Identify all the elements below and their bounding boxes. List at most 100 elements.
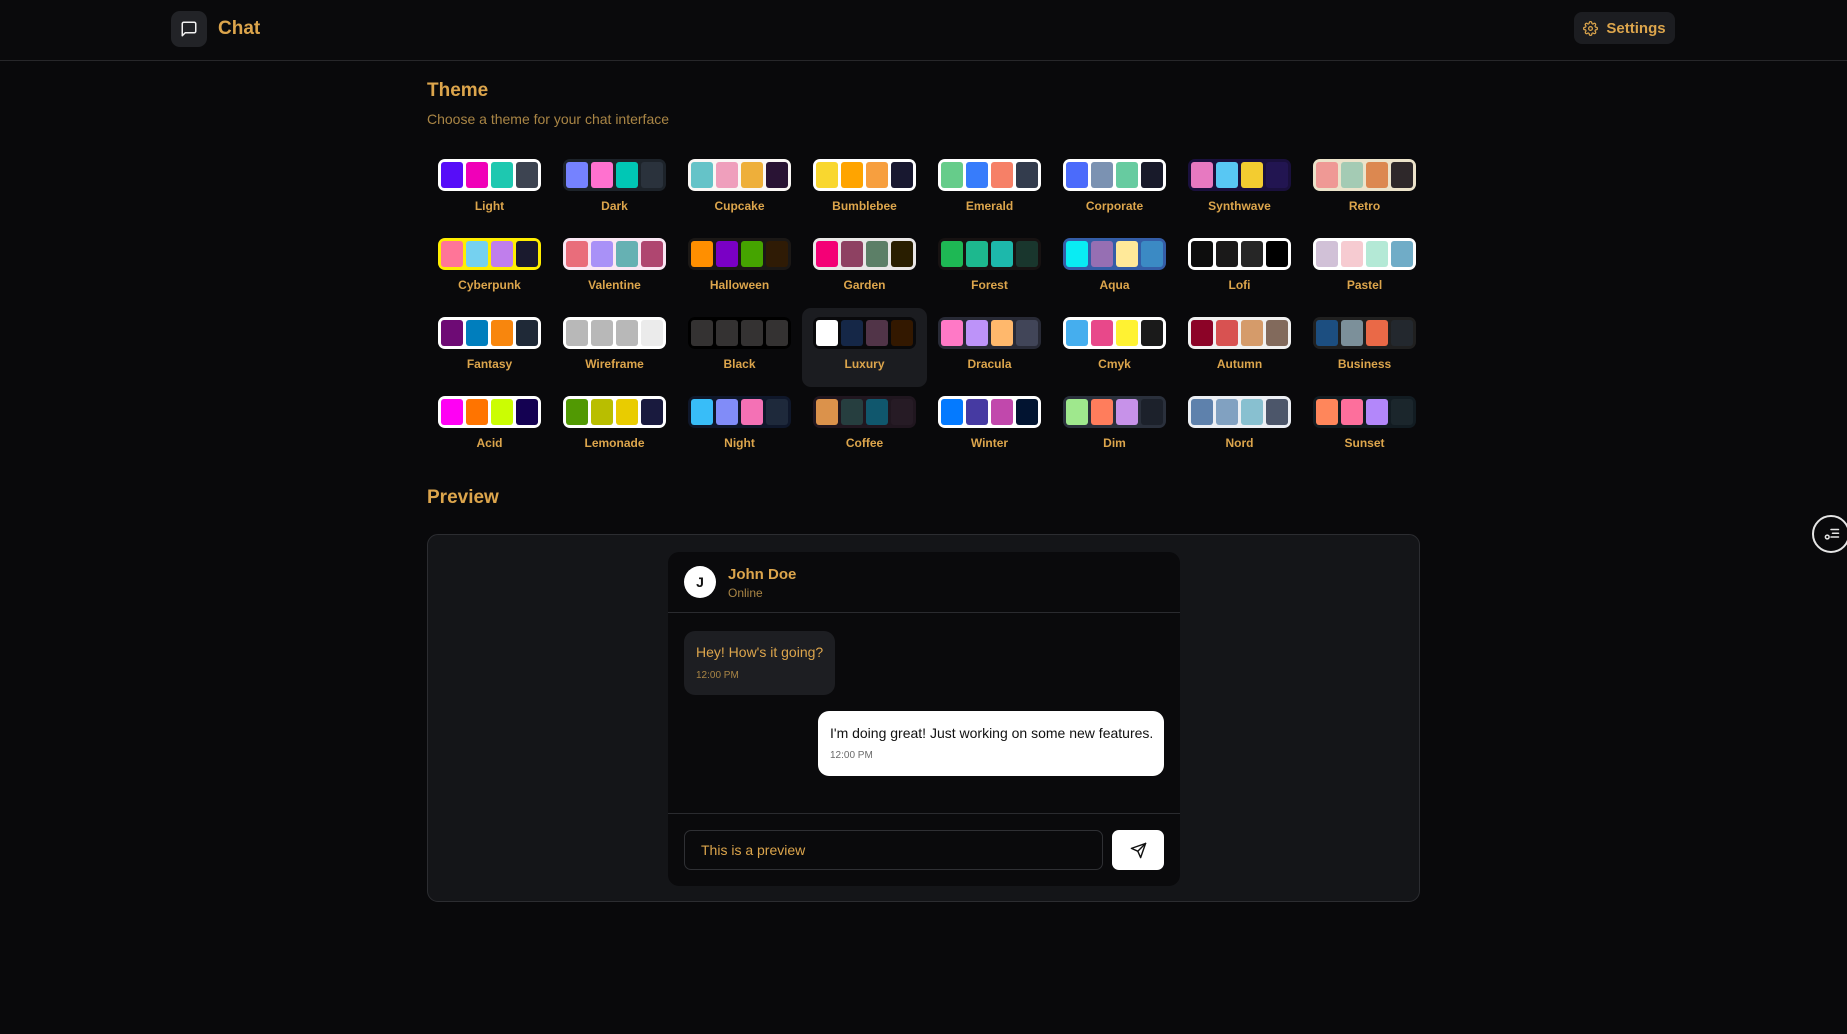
theme-option-pastel[interactable]: Pastel <box>1302 232 1427 311</box>
theme-swatch-group <box>563 396 666 428</box>
theme-color-swatch <box>741 241 763 267</box>
theme-option-dark[interactable]: Dark <box>552 153 677 232</box>
sliders-icon <box>1822 525 1840 543</box>
theme-option-cmyk[interactable]: Cmyk <box>1052 311 1177 390</box>
theme-color-swatch <box>1316 320 1338 346</box>
theme-color-swatch <box>691 399 713 425</box>
theme-color-swatch <box>866 241 888 267</box>
theme-color-swatch <box>1091 162 1113 188</box>
theme-label: Forest <box>971 278 1008 292</box>
theme-color-swatch <box>841 399 863 425</box>
theme-option-wireframe[interactable]: Wireframe <box>552 311 677 390</box>
theme-option-bumblebee[interactable]: Bumblebee <box>802 153 927 232</box>
theme-color-swatch <box>1016 241 1038 267</box>
theme-color-swatch <box>1141 162 1163 188</box>
theme-swatch-group <box>563 238 666 270</box>
theme-swatch-group <box>1313 159 1416 191</box>
theme-swatch-group <box>688 317 791 349</box>
theme-option-forest[interactable]: Forest <box>927 232 1052 311</box>
theme-color-swatch <box>1341 162 1363 188</box>
theme-swatch-group <box>688 238 791 270</box>
theme-swatch-group <box>688 396 791 428</box>
theme-option-cyberpunk[interactable]: Cyberpunk <box>427 232 552 311</box>
theme-option-dim[interactable]: Dim <box>1052 390 1177 469</box>
theme-color-swatch <box>616 320 638 346</box>
theme-color-swatch <box>516 162 538 188</box>
theme-label: Business <box>1337 357 1392 371</box>
theme-color-swatch <box>1091 241 1113 267</box>
theme-swatch-group <box>1188 238 1291 270</box>
theme-label: Cmyk <box>1098 357 1131 371</box>
theme-option-corporate[interactable]: Corporate <box>1052 153 1177 232</box>
theme-option-light[interactable]: Light <box>427 153 552 232</box>
theme-swatch-group <box>1063 317 1166 349</box>
theme-color-swatch <box>1116 162 1138 188</box>
theme-color-swatch <box>691 241 713 267</box>
theme-option-black[interactable]: Black <box>677 311 802 390</box>
theme-color-swatch <box>816 241 838 267</box>
theme-option-cupcake[interactable]: Cupcake <box>677 153 802 232</box>
theme-option-winter[interactable]: Winter <box>927 390 1052 469</box>
theme-label: Corporate <box>1085 199 1144 213</box>
theme-swatch-group <box>1313 317 1416 349</box>
theme-option-lemonade[interactable]: Lemonade <box>552 390 677 469</box>
settings-button[interactable]: Settings <box>1574 12 1675 44</box>
theme-color-swatch <box>891 241 913 267</box>
theme-option-night[interactable]: Night <box>677 390 802 469</box>
theme-swatch-group <box>938 317 1041 349</box>
theme-option-dracula[interactable]: Dracula <box>927 311 1052 390</box>
theme-color-swatch <box>1366 320 1388 346</box>
theme-option-halloween[interactable]: Halloween <box>677 232 802 311</box>
theme-option-business[interactable]: Business <box>1302 311 1427 390</box>
theme-color-swatch <box>766 162 788 188</box>
theme-option-fantasy[interactable]: Fantasy <box>427 311 552 390</box>
floating-options-button[interactable] <box>1812 515 1847 553</box>
theme-color-swatch <box>766 320 788 346</box>
theme-option-lofi[interactable]: Lofi <box>1177 232 1302 311</box>
brand-link[interactable]: Chat <box>171 11 260 47</box>
theme-option-sunset[interactable]: Sunset <box>1302 390 1427 469</box>
theme-color-swatch <box>1266 241 1288 267</box>
theme-option-autumn[interactable]: Autumn <box>1177 311 1302 390</box>
theme-color-swatch <box>591 399 613 425</box>
preview-panel: J John Doe Online Hey! How's it going? 1… <box>427 534 1420 902</box>
theme-swatch-group <box>1063 396 1166 428</box>
send-button[interactable] <box>1112 830 1164 870</box>
theme-swatch-group <box>563 317 666 349</box>
theme-color-swatch <box>1391 241 1413 267</box>
theme-option-garden[interactable]: Garden <box>802 232 927 311</box>
theme-color-swatch <box>566 399 588 425</box>
theme-label: Dark <box>601 199 628 213</box>
message-bubble-outgoing: I'm doing great! Just working on some ne… <box>818 711 1164 776</box>
theme-option-acid[interactable]: Acid <box>427 390 552 469</box>
theme-label: Synthwave <box>1208 199 1271 213</box>
avatar: J <box>684 566 716 598</box>
theme-color-swatch <box>591 162 613 188</box>
theme-option-retro[interactable]: Retro <box>1302 153 1427 232</box>
theme-color-swatch <box>516 399 538 425</box>
send-icon <box>1130 842 1147 859</box>
theme-option-luxury[interactable]: Luxury <box>802 308 927 387</box>
theme-swatch-group <box>1313 396 1416 428</box>
theme-label: Sunset <box>1344 436 1385 450</box>
theme-option-synthwave[interactable]: Synthwave <box>1177 153 1302 232</box>
theme-label: Valentine <box>588 278 641 292</box>
theme-swatch-group <box>688 159 791 191</box>
theme-color-swatch <box>1216 162 1238 188</box>
theme-option-valentine[interactable]: Valentine <box>552 232 677 311</box>
message-input[interactable] <box>684 830 1103 870</box>
theme-color-swatch <box>616 162 638 188</box>
app-title: Chat <box>218 18 261 39</box>
theme-option-nord[interactable]: Nord <box>1177 390 1302 469</box>
theme-color-swatch <box>1241 162 1263 188</box>
theme-color-swatch <box>441 399 463 425</box>
theme-label: Lofi <box>1228 278 1251 292</box>
theme-option-aqua[interactable]: Aqua <box>1052 232 1177 311</box>
theme-color-swatch <box>1216 320 1238 346</box>
theme-option-emerald[interactable]: Emerald <box>927 153 1052 232</box>
theme-color-swatch <box>1241 241 1263 267</box>
theme-label: Halloween <box>709 278 770 292</box>
theme-option-coffee[interactable]: Coffee <box>802 390 927 469</box>
theme-color-swatch <box>1066 162 1088 188</box>
theme-color-swatch <box>941 320 963 346</box>
